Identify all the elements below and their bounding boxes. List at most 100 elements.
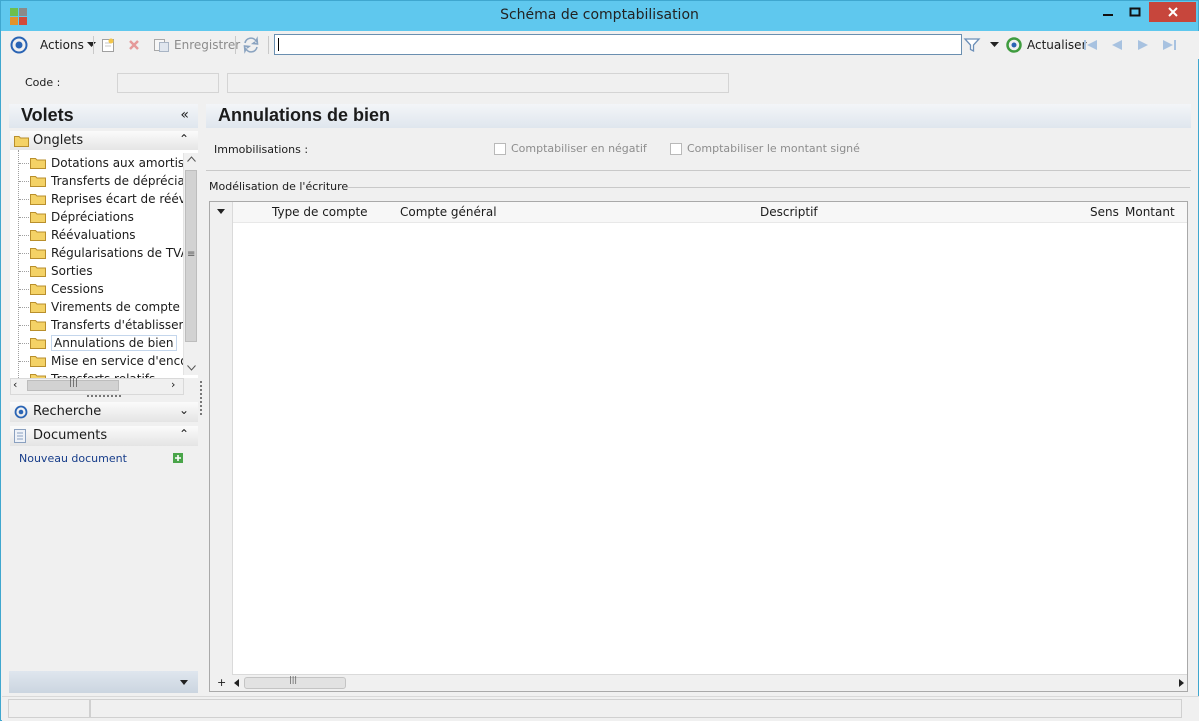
tree-connector bbox=[19, 325, 29, 326]
code-label: Code : bbox=[25, 76, 61, 89]
tree-item[interactable]: Reprises écart de réévaluation bbox=[30, 190, 198, 208]
tree-item[interactable]: Transferts d'établissement bbox=[30, 316, 198, 334]
toolbar-separator bbox=[268, 36, 269, 54]
folder-icon bbox=[30, 284, 46, 295]
tree-connector bbox=[19, 343, 29, 344]
maximize-button[interactable] bbox=[1122, 2, 1148, 22]
minimize-button[interactable] bbox=[1095, 2, 1121, 22]
previous-record-button[interactable] bbox=[1109, 35, 1125, 55]
tree-item[interactable]: Cessions bbox=[30, 280, 198, 298]
first-record-button[interactable] bbox=[1083, 35, 1099, 55]
tree-item-label: Cessions bbox=[51, 282, 104, 296]
previous-arrow-icon bbox=[1112, 40, 1122, 50]
chevron-down-icon bbox=[86, 42, 96, 47]
grid-header: Type de compte Compte général Descriptif… bbox=[210, 202, 1187, 223]
tree-item[interactable]: Réévaluations bbox=[30, 226, 198, 244]
new-document-link[interactable]: Nouveau document bbox=[19, 452, 127, 465]
tabs-section-header[interactable]: Onglets ⌃ bbox=[10, 131, 198, 151]
tree-item[interactable]: Mise en service d'encours bbox=[30, 352, 198, 370]
folder-icon bbox=[30, 338, 46, 349]
actions-menu[interactable]: Actions bbox=[40, 35, 96, 55]
delete-button[interactable] bbox=[126, 35, 142, 55]
record-menu-button[interactable] bbox=[10, 35, 28, 55]
grip-icon: ||| bbox=[289, 675, 298, 684]
save-button[interactable]: Enregistrer bbox=[152, 35, 240, 55]
entries-grid[interactable]: Type de compte Compte général Descriptif… bbox=[209, 201, 1188, 692]
folder-icon bbox=[30, 302, 46, 313]
tree-item[interactable]: Dépréciations bbox=[30, 208, 198, 226]
tree-vertical-scrollbar[interactable]: ≡ bbox=[183, 153, 199, 375]
expand-icon[interactable]: ⌄ bbox=[179, 403, 189, 417]
tree-item[interactable]: Transferts de dépréciations bbox=[30, 172, 198, 190]
last-arrow-icon bbox=[1163, 40, 1176, 50]
minimize-icon bbox=[1103, 14, 1113, 16]
scroll-right-icon[interactable] bbox=[1179, 679, 1184, 687]
next-record-button[interactable] bbox=[1135, 35, 1151, 55]
folder-icon bbox=[30, 266, 46, 277]
filter-dropdown-button[interactable] bbox=[990, 35, 999, 55]
status-bar bbox=[2, 696, 1199, 721]
folder-icon bbox=[14, 136, 29, 147]
tree-item-label: Dépréciations bbox=[51, 210, 134, 224]
search-section-header[interactable]: Recherche ⌄ bbox=[10, 402, 198, 422]
new-button[interactable] bbox=[100, 35, 116, 55]
close-button[interactable] bbox=[1149, 2, 1196, 22]
description-field[interactable] bbox=[227, 73, 729, 93]
tabs-section-label: Onglets bbox=[33, 133, 84, 148]
signed-amount-checkbox[interactable]: Comptabiliser le montant signé bbox=[670, 142, 860, 155]
row-header-column bbox=[210, 202, 233, 691]
tree-item[interactable]: Dotations aux amortissements bbox=[30, 154, 198, 172]
documents-section-header[interactable]: Documents ⌃ bbox=[10, 426, 198, 446]
target-circle-icon bbox=[10, 36, 28, 54]
collapse-panel-icon[interactable]: « bbox=[180, 107, 189, 123]
column-chooser-icon[interactable] bbox=[217, 209, 225, 214]
tree-item[interactable]: Annulations de bien bbox=[30, 334, 198, 352]
column-header-description[interactable]: Descriptif bbox=[760, 205, 818, 219]
refresh-button[interactable]: Actualiser bbox=[1005, 35, 1087, 55]
checkbox-box bbox=[670, 142, 682, 155]
scroll-right-icon: › bbox=[171, 378, 176, 391]
tree-connector bbox=[19, 235, 29, 236]
code-field[interactable] bbox=[117, 73, 219, 93]
search-input[interactable] bbox=[274, 34, 962, 55]
tree-item[interactable]: Régularisations de TVA bbox=[30, 244, 198, 262]
negative-posting-checkbox[interactable]: Comptabiliser en négatif bbox=[494, 142, 647, 155]
splitter-handle[interactable] bbox=[87, 395, 121, 397]
panel-splitter[interactable] bbox=[200, 381, 202, 415]
tree-connector bbox=[19, 289, 29, 290]
side-panel: Volets « Onglets ⌃ Dotations aux amortis… bbox=[9, 104, 199, 693]
tree-item[interactable]: Sorties bbox=[30, 262, 198, 280]
save-icon bbox=[154, 39, 169, 52]
title-bar[interactable]: Schéma de comptabilisation bbox=[1, 1, 1198, 31]
collapse-icon[interactable]: ⌃ bbox=[179, 132, 189, 146]
column-header-general-account[interactable]: Compte général bbox=[400, 205, 497, 219]
folder-icon bbox=[30, 230, 46, 241]
tree-item-label: Reprises écart de réévaluation bbox=[51, 192, 198, 206]
add-icon[interactable] bbox=[173, 453, 183, 463]
group-title: Modélisation de l'écriture bbox=[209, 180, 353, 193]
scroll-left-icon[interactable] bbox=[234, 679, 239, 687]
tree-horizontal-scrollbar[interactable]: ‹ ||| › bbox=[10, 378, 184, 395]
close-icon bbox=[1167, 7, 1178, 17]
app-window: Schéma de comptabilisation Actions Enreg… bbox=[0, 0, 1199, 721]
status-cell-main bbox=[90, 699, 1182, 718]
column-header-direction[interactable]: Sens bbox=[1090, 205, 1119, 219]
tree-item-label: Régularisations de TVA bbox=[51, 246, 189, 260]
toolbar-separator bbox=[93, 36, 94, 54]
column-header-amount[interactable]: Montant bbox=[1125, 205, 1175, 219]
scroll-down-icon bbox=[187, 365, 196, 371]
add-row-icon[interactable]: + bbox=[217, 676, 226, 689]
column-header-account-type[interactable]: Type de compte bbox=[272, 205, 368, 219]
filter-button[interactable] bbox=[963, 35, 981, 55]
tree-item[interactable]: Transferts relatifs bbox=[30, 370, 198, 378]
last-record-button[interactable] bbox=[1161, 35, 1177, 55]
sync-button[interactable] bbox=[242, 35, 260, 55]
search-circle-icon bbox=[14, 405, 28, 419]
tree-connector bbox=[19, 181, 29, 182]
tree-connector bbox=[19, 217, 29, 218]
tree-item[interactable]: Virements de compte à compte bbox=[30, 298, 198, 316]
search-section-label: Recherche bbox=[33, 404, 102, 419]
filter-icon bbox=[963, 38, 981, 53]
collapse-icon[interactable]: ⌃ bbox=[179, 427, 189, 441]
panel-footer[interactable] bbox=[9, 671, 198, 693]
